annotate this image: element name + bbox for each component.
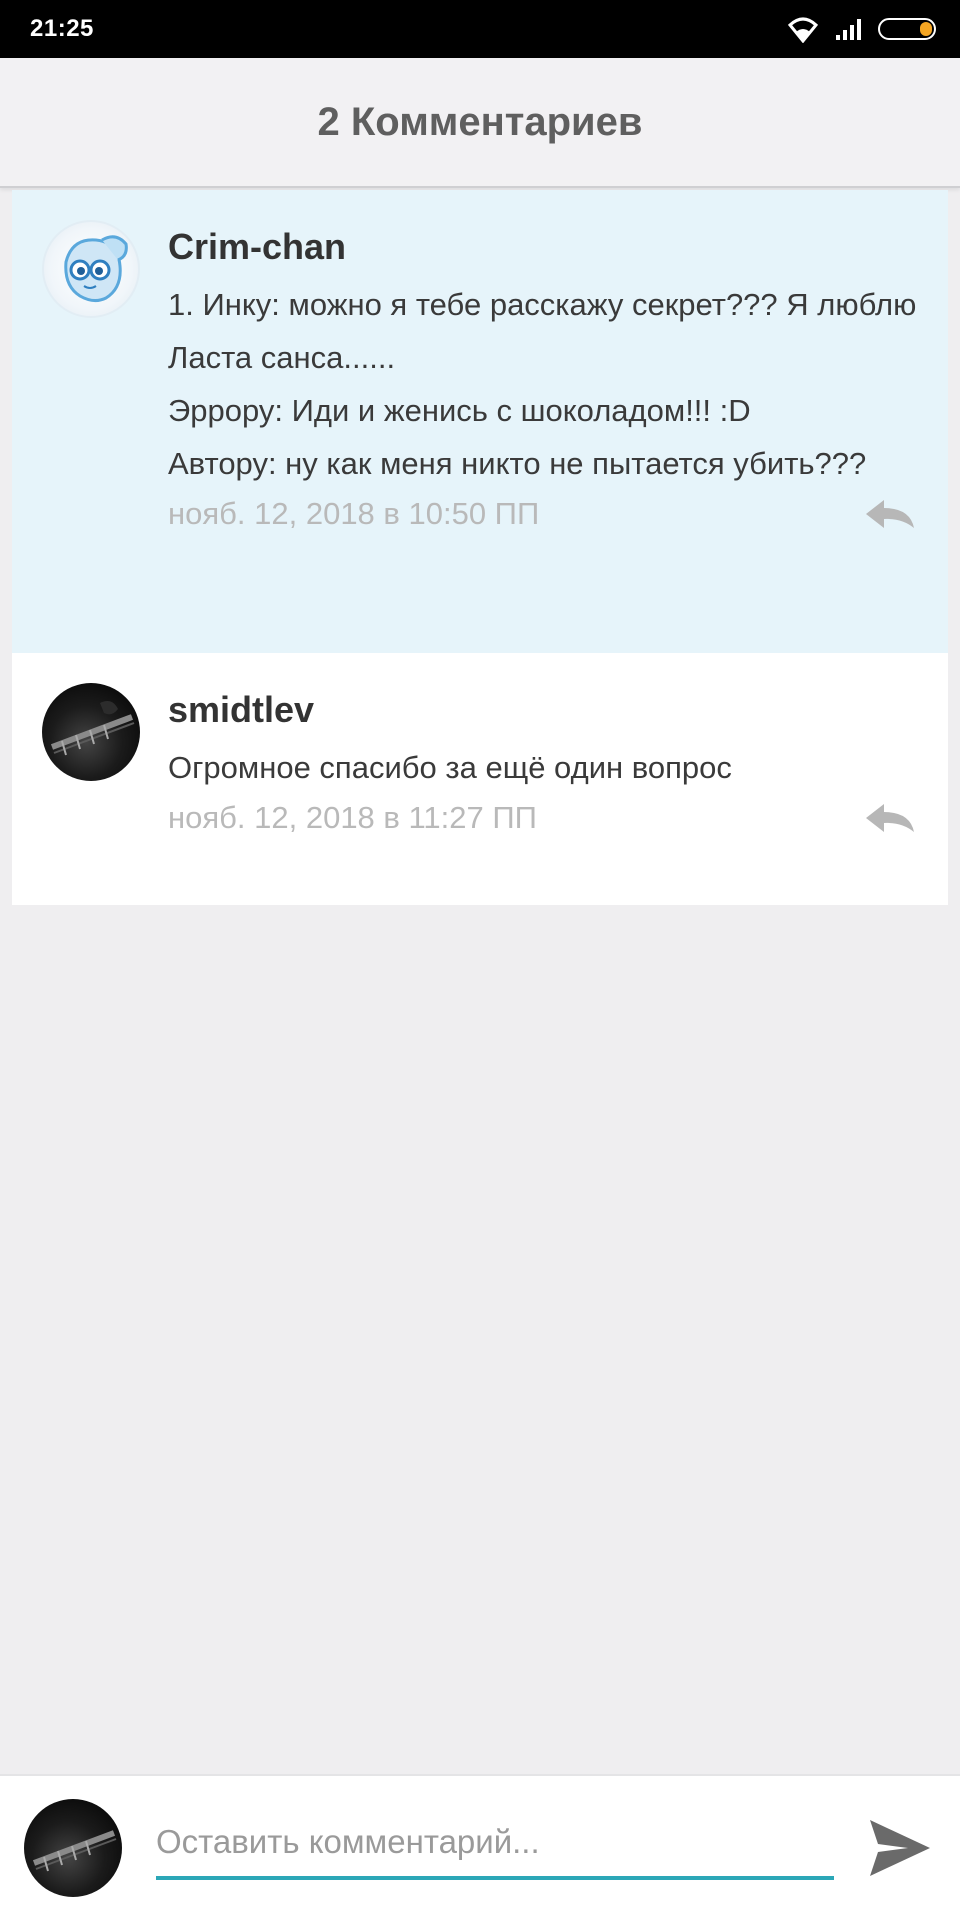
ghost-avatar-icon	[64, 235, 128, 303]
page-title: 2 Комментариев	[317, 99, 643, 144]
battery-level	[920, 22, 932, 36]
send-icon[interactable]	[864, 1812, 936, 1884]
comment-input-wrapper	[156, 1808, 834, 1888]
status-icons	[786, 15, 936, 43]
comment-author[interactable]: Crim-chan	[168, 226, 918, 268]
comment-meta: нояб. 12, 2018 в 11:27 ПП	[168, 798, 918, 838]
wifi-icon	[787, 17, 819, 43]
status-time: 21:25	[30, 15, 94, 42]
comment-body: smidtlev Огромное спасибо за ещё один во…	[168, 683, 918, 875]
comment-body: Crim-chan 1. Инку: можно я тебе расскажу…	[168, 220, 918, 623]
app-header: 2 Комментариев	[0, 58, 960, 188]
reply-icon[interactable]	[862, 494, 918, 534]
comment-date: нояб. 12, 2018 в 11:27 ПП	[168, 800, 537, 835]
signal-icon	[836, 19, 861, 40]
comments-list: Crim-chan 1. Инку: можно я тебе расскажу…	[12, 190, 948, 905]
comment-text: Огромное спасибо за ещё один вопрос	[168, 750, 732, 785]
guitar-avatar-icon	[32, 1830, 117, 1872]
comment-author[interactable]: smidtlev	[168, 689, 918, 731]
comment-item: smidtlev Огромное спасибо за ещё один во…	[12, 653, 948, 905]
user-avatar[interactable]	[24, 1799, 122, 1897]
status-bar: 21:25	[0, 0, 960, 58]
avatar[interactable]	[42, 220, 140, 318]
avatar[interactable]	[42, 683, 140, 781]
battery-icon	[878, 18, 936, 40]
comment-date: нояб. 12, 2018 в 10:50 ПП	[168, 496, 540, 531]
comment-text: 1. Инку: можно я тебе расскажу секрет???…	[168, 287, 917, 481]
reply-icon[interactable]	[862, 798, 918, 838]
comment-item: Crim-chan 1. Инку: можно я тебе расскажу…	[12, 190, 948, 653]
comment-input[interactable]	[156, 1808, 834, 1880]
guitar-avatar-icon	[50, 701, 135, 756]
comment-meta: нояб. 12, 2018 в 10:50 ПП	[168, 494, 918, 534]
compose-bar	[0, 1774, 960, 1920]
